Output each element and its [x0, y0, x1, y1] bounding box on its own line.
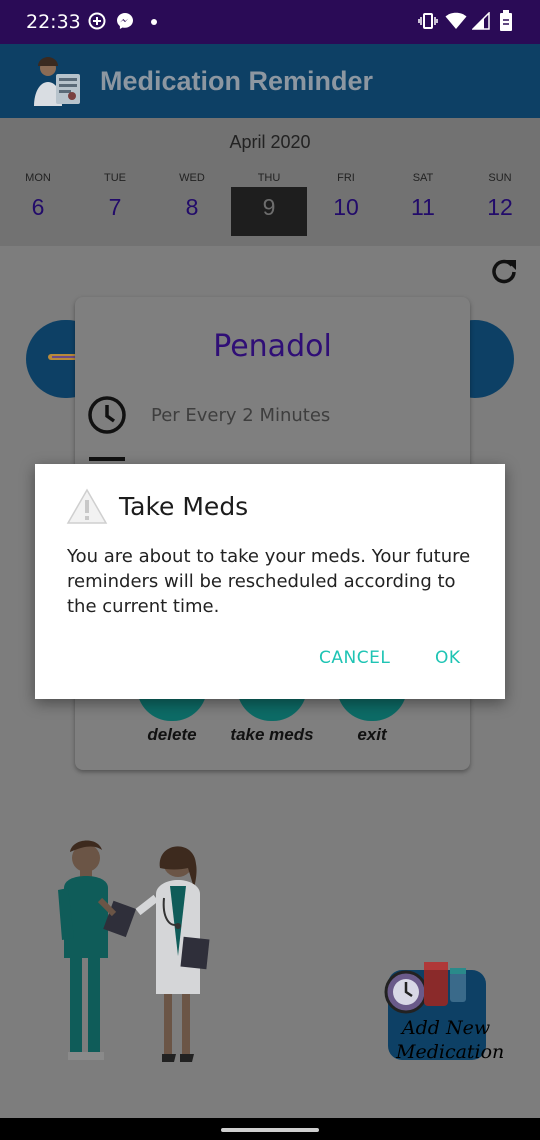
calendar-day-sun[interactable]: SUN 12	[462, 172, 538, 234]
day-name: FRI	[337, 172, 355, 184]
ok-button[interactable]: OK	[435, 648, 461, 668]
medication-frequency: Per Every 2 Minutes	[151, 405, 331, 426]
status-bar: 22:33	[0, 0, 540, 44]
delete-label[interactable]: delete	[117, 725, 227, 745]
medication-name: Penadol	[213, 329, 332, 364]
status-time: 22:33	[26, 11, 81, 33]
wifi-icon	[445, 12, 467, 30]
vibrate-icon	[418, 13, 438, 29]
dialog-title: Take Meds	[119, 492, 249, 521]
cancel-button[interactable]: CANCEL	[319, 648, 390, 668]
app-title: Medication Reminder	[100, 66, 374, 96]
calendar-day-wed[interactable]: WED 8	[154, 172, 230, 234]
add-medication-line2: Medication	[396, 1041, 505, 1063]
home-gesture-handle[interactable]	[221, 1128, 319, 1132]
calendar-month: April 2020	[229, 132, 311, 152]
add-medication-line1: Add New	[401, 1017, 491, 1039]
day-name: SUN	[488, 172, 512, 184]
refresh-icon[interactable]	[490, 257, 518, 285]
day-number: 8	[185, 194, 199, 220]
day-name: WED	[179, 172, 205, 184]
take-meds-label[interactable]: take meds	[217, 725, 327, 745]
calendar-day-tue[interactable]: TUE 7	[77, 172, 153, 234]
dot-icon	[151, 19, 157, 25]
day-name: MON	[25, 172, 51, 184]
take-meds-dialog: Take Meds You are about to take your med…	[35, 464, 505, 699]
navigation-bar	[0, 1118, 540, 1140]
messenger-icon	[117, 13, 133, 29]
day-number: 6	[31, 194, 45, 220]
screen: 22:33 Medication Reminder April 2020 MON…	[0, 0, 540, 1140]
warning-icon	[66, 488, 108, 524]
clock-icon	[88, 396, 126, 434]
day-number: 9	[262, 194, 276, 220]
signal-icon	[472, 12, 490, 30]
add-medication-label[interactable]: Add New Medication	[396, 1016, 504, 1064]
exit-label[interactable]: exit	[317, 725, 427, 745]
calendar-day-sat[interactable]: SAT 11	[385, 172, 461, 234]
day-name: THU	[257, 172, 281, 184]
day-number: 10	[333, 194, 359, 220]
calendar-day-fri[interactable]: FRI 10	[308, 172, 384, 234]
doctor-nurse-illustration	[58, 840, 210, 1062]
dialog-message: You are about to take your meds. Your fu…	[67, 546, 471, 617]
day-number: 7	[108, 194, 122, 220]
calendar-day-mon[interactable]: MON 6	[0, 172, 76, 234]
day-name: SAT	[412, 172, 434, 184]
battery-icon	[500, 10, 512, 31]
day-number: 12	[487, 194, 513, 220]
day-name: TUE	[104, 172, 126, 184]
doctor-logo-icon	[34, 57, 80, 106]
app-bar: Medication Reminder	[0, 44, 540, 118]
calendar-day-thu-selected[interactable]: THU 9	[231, 172, 307, 236]
plus-circle-icon	[88, 12, 106, 30]
week-calendar: April 2020 MON 6 TUE 7 WED 8 THU 9 FRI 1…	[0, 118, 540, 246]
day-number: 11	[411, 194, 435, 220]
